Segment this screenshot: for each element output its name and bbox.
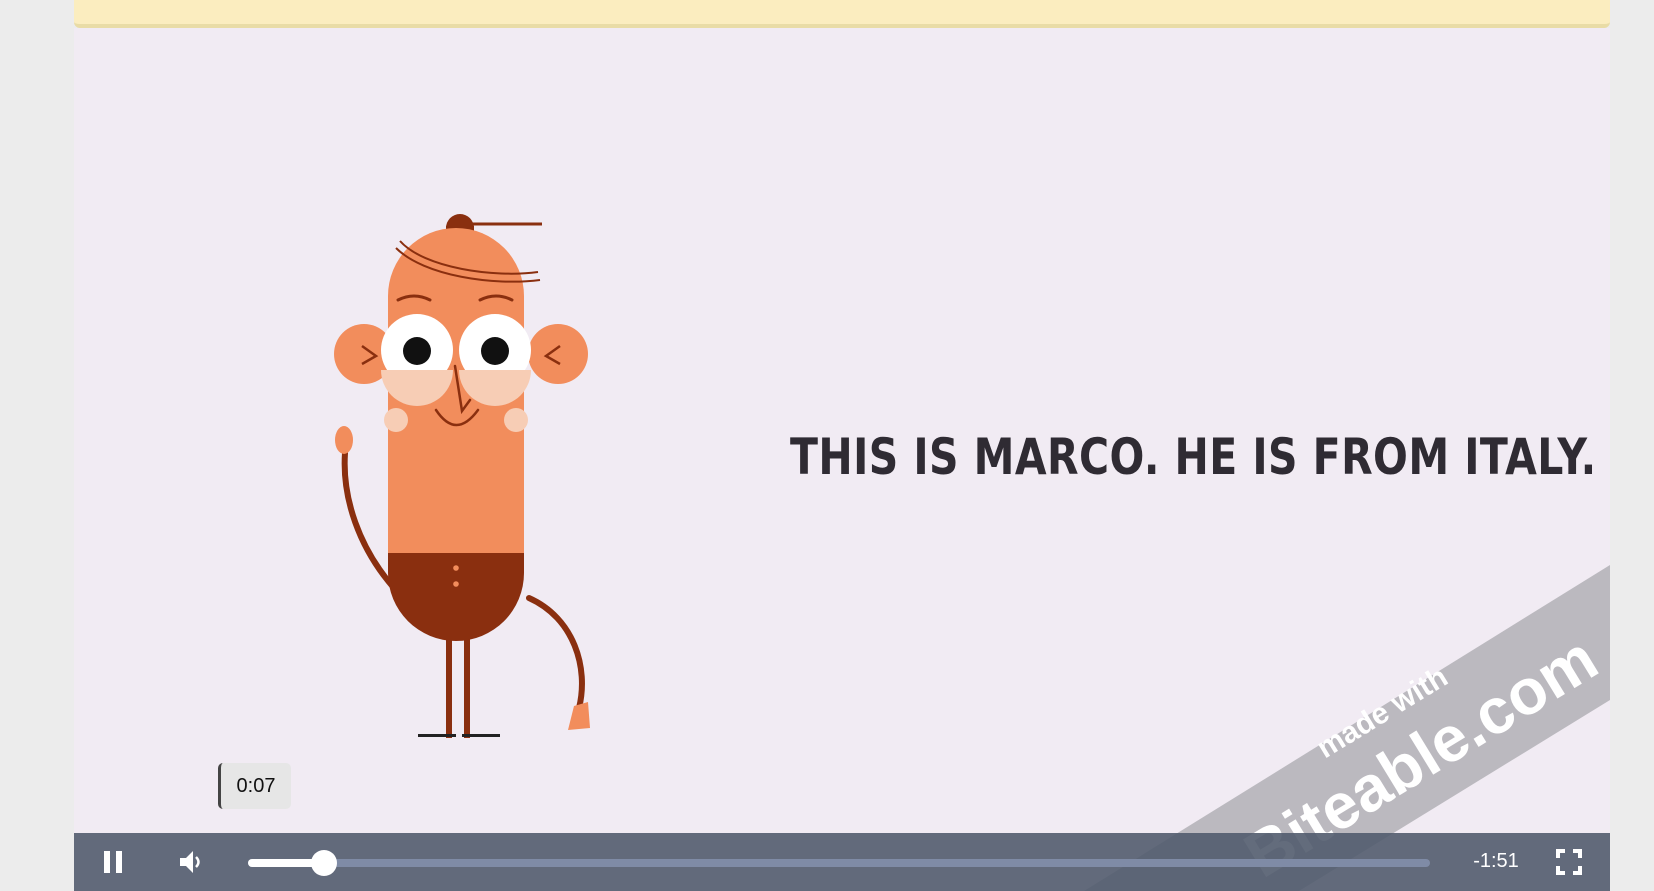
video-caption: THIS IS MARCO. HE IS FROM ITALY. <box>790 428 1597 486</box>
volume-icon <box>180 851 200 873</box>
video-player[interactable]: THIS IS MARCO. HE IS FROM ITALY. made wi… <box>74 28 1610 891</box>
pause-icon <box>104 851 122 873</box>
progress-handle[interactable] <box>310 850 337 876</box>
hover-time-tooltip: 0:07 <box>218 763 291 809</box>
video-frame[interactable]: THIS IS MARCO. HE IS FROM ITALY. made wi… <box>74 28 1610 891</box>
pause-button[interactable] <box>96 845 130 879</box>
fullscreen-icon <box>1556 849 1582 875</box>
video-controls-bar: -1:51 <box>74 833 1610 891</box>
progress-bar[interactable] <box>248 850 1430 876</box>
volume-button[interactable] <box>175 845 209 879</box>
remaining-time: -1:51 <box>1473 850 1519 872</box>
fullscreen-button[interactable] <box>1552 845 1586 879</box>
top-banner <box>74 0 1610 28</box>
